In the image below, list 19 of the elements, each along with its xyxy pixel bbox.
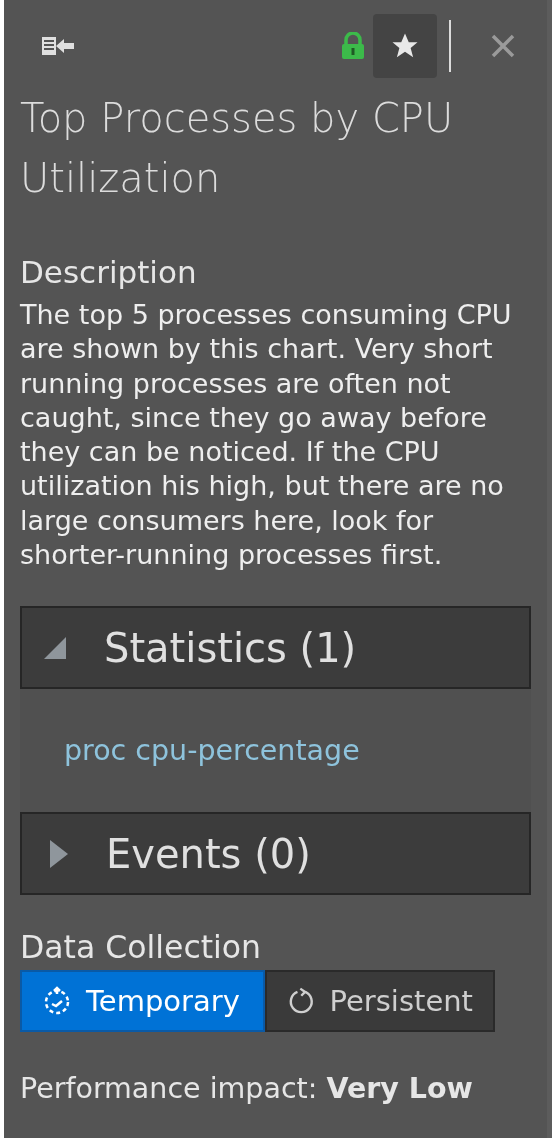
- collapse-icon: [42, 36, 76, 56]
- collapse-panel-button[interactable]: [42, 36, 76, 56]
- statistic-link[interactable]: proc cpu-percentage: [64, 729, 487, 773]
- expand-triangle-icon: [50, 839, 68, 868]
- accordion-header[interactable]: Statistics (1): [20, 606, 531, 690]
- collection-mode-button[interactable]: Temporary: [20, 970, 265, 1033]
- collapse-triangle-icon: [44, 636, 66, 659]
- accordion-header[interactable]: Events (0): [20, 812, 531, 896]
- performance-impact: Performance impact: Very Low: [20, 1071, 474, 1108]
- lock-icon[interactable]: [341, 32, 365, 60]
- panel-title: Top Processes by CPU Utilization: [20, 94, 455, 203]
- description-text: The top 5 processes consuming CPU are shown by this chart. Very short running processes are often not caught, since they go away before they can be noticed. If the CPU utilization his high, but there are no large consumers here, look for shorter-running processes first.: [20, 298, 513, 573]
- close-button[interactable]: [491, 34, 515, 58]
- data-collection-heading: Data Collection: [20, 929, 263, 966]
- description-heading: Description: [20, 254, 198, 290]
- close-icon: [491, 34, 515, 58]
- collection-mode-button[interactable]: Persistent: [265, 970, 495, 1033]
- favorite-button[interactable]: [373, 14, 437, 78]
- timer-icon: [42, 986, 72, 1017]
